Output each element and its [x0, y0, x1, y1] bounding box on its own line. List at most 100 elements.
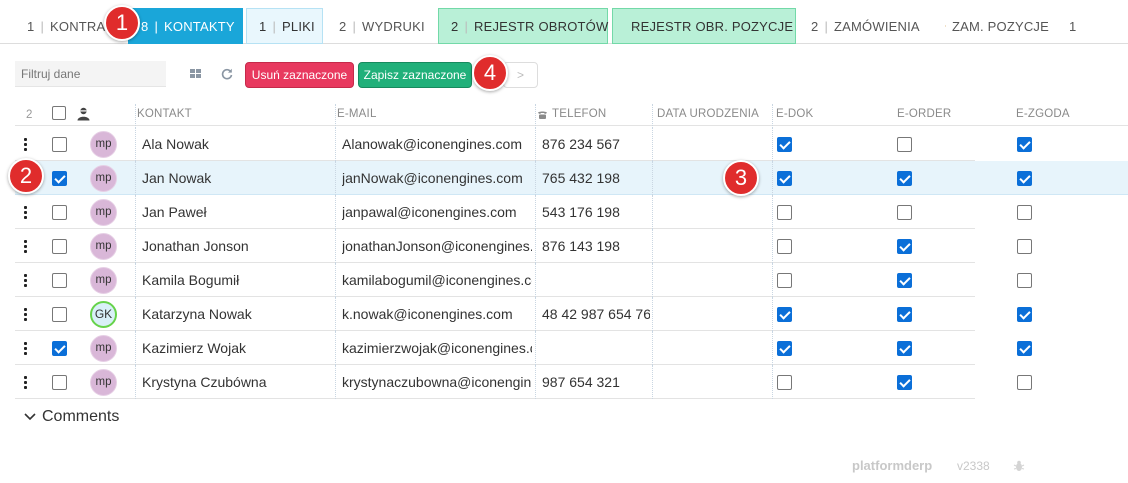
contact-dob[interactable] [657, 229, 769, 263]
contact-email[interactable]: Alanowak@iconengines.com [342, 127, 532, 161]
ezgoda-checkbox[interactable] [1017, 136, 1032, 152]
eorder-checkbox[interactable] [897, 306, 912, 322]
contact-name[interactable]: Jan Nowak [142, 161, 332, 195]
row-select[interactable] [52, 127, 68, 161]
contact-phone[interactable] [542, 263, 650, 297]
contact-name[interactable]: Kamila Bogumił [142, 263, 332, 297]
ezgoda-checkbox[interactable] [1017, 306, 1032, 322]
eorder-cell[interactable] [897, 161, 913, 195]
contact-email[interactable]: jonathanJonson@iconengines.com [342, 229, 532, 263]
row-checkbox[interactable] [52, 204, 67, 220]
row-menu[interactable] [24, 331, 36, 365]
kebab-menu-icon[interactable] [24, 341, 28, 355]
ezgoda-cell[interactable] [1017, 195, 1033, 229]
edok-checkbox[interactable] [777, 306, 792, 322]
edok-checkbox[interactable] [777, 340, 792, 356]
table-row[interactable]: mp Ala Nowak Alanowak@iconengines.com 876 2… [15, 127, 1032, 161]
table-row[interactable]: mp Jan Paweł janpawal@iconengines.com 543 1… [15, 195, 1032, 229]
row-menu[interactable] [24, 127, 36, 161]
row-select[interactable] [52, 161, 68, 195]
row-checkbox[interactable] [52, 340, 67, 356]
table-row[interactable]: mp Kamila Bogumił kamilabogumil@iconengine… [15, 263, 1032, 297]
contact-email[interactable]: kamilabogumil@iconengines.com [342, 263, 532, 297]
table-row[interactable]: mp Krystyna Czubówna krystynaczubowna@icon… [15, 365, 1032, 399]
header-eorder[interactable]: E-ORDER [897, 108, 951, 120]
ezgoda-cell[interactable] [1017, 331, 1033, 365]
table-row[interactable]: mp Jonathan Jonson jonathanJonson@iconengi… [15, 229, 1032, 263]
edok-checkbox[interactable] [777, 170, 792, 186]
header-edok[interactable]: E-DOK [776, 108, 813, 120]
ezgoda-checkbox[interactable] [1017, 238, 1032, 254]
bug-icon[interactable] [1013, 460, 1025, 472]
edok-cell[interactable] [777, 229, 793, 263]
contact-email[interactable]: krystynaczubowna@iconengines.com [342, 365, 532, 399]
eorder-checkbox[interactable] [897, 340, 912, 356]
tab-rejestr-obrotow[interactable]: 2 | REJESTR OBROTÓW [438, 8, 608, 44]
row-checkbox[interactable] [52, 272, 67, 288]
edok-checkbox[interactable] [777, 272, 792, 288]
eorder-cell[interactable] [897, 229, 913, 263]
row-select[interactable] [52, 229, 68, 263]
eorder-checkbox[interactable] [897, 204, 912, 220]
contact-phone[interactable]: 876 234 567 [542, 127, 650, 161]
tab-more[interactable]: 1 [1062, 8, 1092, 44]
contact-name[interactable]: Katarzyna Nowak [142, 297, 332, 331]
refresh-icon[interactable] [220, 67, 234, 81]
edok-cell[interactable] [777, 127, 793, 161]
eorder-checkbox[interactable] [897, 170, 912, 186]
header-ezgoda[interactable]: E-ZGODA [1016, 108, 1070, 120]
tab-zam-pozycje[interactable]: ZAM. POZYCJE [932, 8, 1062, 44]
contact-dob[interactable] [657, 331, 769, 365]
row-menu[interactable] [24, 195, 36, 229]
row-select[interactable] [52, 365, 68, 399]
contact-phone[interactable] [542, 331, 650, 365]
ezgoda-cell[interactable] [1017, 229, 1033, 263]
ezgoda-cell[interactable] [1017, 365, 1033, 399]
contact-dob[interactable] [657, 127, 769, 161]
save-selected-button[interactable]: Zapisz zaznaczone [358, 62, 472, 88]
table-row[interactable]: mp Kazimierz Wojak kazimierzwojak@iconengi… [15, 331, 1032, 365]
edok-cell[interactable] [777, 297, 793, 331]
row-menu[interactable] [24, 263, 36, 297]
ezgoda-checkbox[interactable] [1017, 204, 1032, 220]
tab-zamowienia[interactable]: 2 | ZAMÓWIENIA [796, 8, 932, 44]
contact-name[interactable]: Ala Nowak [142, 127, 332, 161]
contact-name[interactable]: Krystyna Czubówna [142, 365, 332, 399]
row-menu[interactable] [24, 229, 36, 263]
eorder-checkbox[interactable] [897, 374, 912, 390]
contact-email[interactable]: janpawal@iconengines.com [342, 195, 532, 229]
kebab-menu-icon[interactable] [24, 205, 28, 219]
eorder-cell[interactable] [897, 297, 913, 331]
table-row[interactable]: GK Katarzyna Nowak k.nowak@iconengines.com… [15, 297, 1032, 331]
contact-name[interactable]: Jan Paweł [142, 195, 332, 229]
eorder-cell[interactable] [897, 263, 913, 297]
tab-pliki[interactable]: 1 | PLIKI [246, 8, 323, 44]
eorder-checkbox[interactable] [897, 272, 912, 288]
eorder-checkbox[interactable] [897, 136, 912, 152]
row-select[interactable] [52, 297, 68, 331]
kebab-menu-icon[interactable] [24, 273, 28, 287]
eorder-cell[interactable] [897, 365, 913, 399]
edok-cell[interactable] [777, 263, 793, 297]
row-checkbox[interactable] [52, 238, 67, 254]
contact-name[interactable]: Kazimierz Wojak [142, 331, 332, 365]
row-select[interactable] [52, 331, 68, 365]
header-email[interactable]: E-MAIL [337, 108, 377, 120]
delete-selected-button[interactable]: Usuń zaznaczone [245, 62, 354, 88]
contact-dob[interactable] [657, 195, 769, 229]
edok-checkbox[interactable] [777, 136, 792, 152]
ezgoda-checkbox[interactable] [1017, 272, 1032, 288]
header-phone[interactable]: TELEFON [552, 108, 606, 120]
eorder-cell[interactable] [897, 195, 913, 229]
filter-input[interactable] [15, 61, 166, 87]
ezgoda-cell[interactable] [1017, 161, 1033, 195]
kebab-menu-icon[interactable] [24, 307, 28, 321]
contact-phone[interactable]: 48 42 987 654 76 [542, 297, 650, 331]
tab-rejestr-obr-pozycje[interactable]: REJESTR OBR. POZYCJE [612, 8, 796, 44]
contact-phone[interactable]: 876 143 198 [542, 229, 650, 263]
edok-cell[interactable] [777, 195, 793, 229]
eorder-cell[interactable] [897, 331, 913, 365]
edok-cell[interactable] [777, 365, 793, 399]
edok-checkbox[interactable] [777, 204, 792, 220]
more-actions-button[interactable]: > [503, 62, 538, 88]
